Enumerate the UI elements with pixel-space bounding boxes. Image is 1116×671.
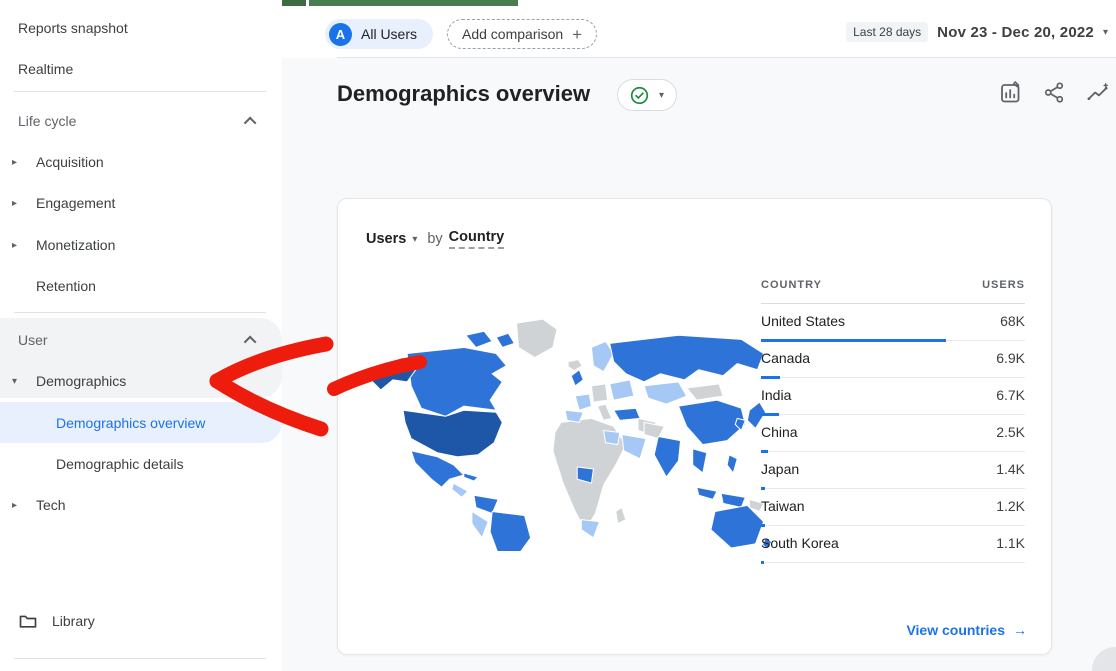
chevron-up-icon[interactable] <box>244 116 257 129</box>
ga4-demographics-overview-screen: Reports snapshot Realtime Life cycle ▸ A… <box>0 0 1116 671</box>
country-name: Canada <box>761 350 810 366</box>
sidebar-item-reports-snapshot[interactable]: Reports snapshot <box>0 8 282 48</box>
users-value: 1.1K <box>996 535 1025 551</box>
table-row: Canada 6.9K <box>761 341 1025 378</box>
column-header-country: COUNTRY <box>761 279 822 291</box>
page-title: Demographics overview <box>337 81 590 107</box>
plus-icon: + <box>572 26 582 43</box>
users-value: 6.7K <box>996 387 1025 403</box>
country-name: South Korea <box>761 535 839 551</box>
view-countries-link[interactable]: View countries → <box>906 622 1027 638</box>
by-label: by <box>427 231 442 247</box>
sidebar-divider <box>14 658 266 659</box>
users-value: 1.4K <box>996 461 1025 477</box>
country-name: India <box>761 387 791 403</box>
users-value: 68K <box>1000 313 1025 329</box>
expand-triangle-icon[interactable]: ▸ <box>10 198 36 209</box>
add-comparison-label: Add comparison <box>462 26 563 42</box>
sidebar-item-library[interactable]: Library <box>0 601 282 641</box>
table-row: Japan 1.4K <box>761 452 1025 489</box>
insights-icon[interactable] <box>1086 80 1111 105</box>
sidebar-item-demographics-overview[interactable]: Demographics overview <box>0 402 282 443</box>
table-header-row: COUNTRY USERS <box>761 279 1025 304</box>
view-countries-label: View countries <box>906 622 1005 638</box>
sidebar-item-label: Reports snapshot <box>18 20 128 36</box>
users-bar <box>761 561 764 564</box>
sidebar-divider <box>14 312 266 313</box>
table-row: South Korea 1.1K <box>761 526 1025 563</box>
folder-icon <box>18 611 38 631</box>
chevron-down-icon: ▾ <box>412 234 417 245</box>
sidebar-section-user[interactable]: User <box>0 320 282 360</box>
metric-dropdown[interactable]: Users <box>366 231 406 247</box>
users-by-country-card: Users ▾ by Country <box>337 198 1052 655</box>
sidebar-item-label: Demographics <box>36 373 126 389</box>
sidebar-item-tech[interactable]: ▸ Tech <box>0 485 282 525</box>
date-range-text: Nov 23 - Dec 20, 2022 <box>937 24 1094 41</box>
country-table: COUNTRY USERS United States 68K Canada 6.9… <box>761 279 1025 563</box>
sidebar-item-label: Demographic details <box>56 456 184 472</box>
table-row: India 6.7K <box>761 378 1025 415</box>
report-status-dropdown[interactable]: ▾ <box>617 79 677 111</box>
reports-sidebar: Reports snapshot Realtime Life cycle ▸ A… <box>0 0 282 671</box>
country-name: China <box>761 424 798 440</box>
column-header-users: USERS <box>982 279 1025 291</box>
check-circle-icon <box>630 86 649 105</box>
collapse-triangle-icon[interactable]: ▾ <box>10 376 36 387</box>
section-label: Life cycle <box>18 113 76 129</box>
dimension-link[interactable]: Country <box>449 229 505 249</box>
sidebar-item-label: Monetization <box>36 237 115 253</box>
top-progress-bar-segment <box>309 0 518 6</box>
expand-triangle-icon[interactable]: ▸ <box>10 240 36 251</box>
sidebar-item-label: Realtime <box>18 61 73 77</box>
card-header: Users ▾ by Country <box>366 229 504 249</box>
sidebar-item-monetization[interactable]: ▸ Monetization <box>0 225 282 265</box>
header-divider <box>337 57 1116 58</box>
sidebar-item-label: Tech <box>36 497 66 513</box>
table-row: Taiwan 1.2K <box>761 489 1025 526</box>
share-icon[interactable] <box>1042 80 1067 105</box>
add-comparison-button[interactable]: Add comparison + <box>447 19 597 49</box>
chevron-down-icon: ▾ <box>1103 27 1108 38</box>
sidebar-divider <box>14 91 266 92</box>
users-value: 6.9K <box>996 350 1025 366</box>
comparison-avatar: A <box>329 23 352 46</box>
sidebar-item-engagement[interactable]: ▸ Engagement <box>0 183 282 223</box>
table-row: United States 68K <box>761 304 1025 341</box>
world-map-choropleth <box>344 313 774 551</box>
sidebar-item-demographics[interactable]: ▾ Demographics <box>0 361 282 401</box>
sidebar-item-acquisition[interactable]: ▸ Acquisition <box>0 142 282 182</box>
sidebar-item-label: Acquisition <box>36 154 104 170</box>
country-name: Japan <box>761 461 799 477</box>
arrow-right-icon: → <box>1013 622 1027 638</box>
users-value: 2.5K <box>996 424 1025 440</box>
all-users-label: All Users <box>361 26 417 42</box>
sidebar-item-label: Retention <box>36 278 96 294</box>
sidebar-item-retention[interactable]: Retention <box>0 266 282 306</box>
chevron-up-icon[interactable] <box>244 335 257 348</box>
sidebar-item-label: Engagement <box>36 195 115 211</box>
table-row: China 2.5K <box>761 415 1025 452</box>
sidebar-item-label: Demographics overview <box>56 415 205 431</box>
date-preset-badge: Last 28 days <box>846 22 928 42</box>
sidebar-item-demographic-details[interactable]: Demographic details <box>0 444 282 484</box>
report-actions <box>998 80 1111 105</box>
sidebar-item-realtime[interactable]: Realtime <box>0 49 282 89</box>
chevron-down-icon: ▾ <box>659 90 664 101</box>
section-label: User <box>18 332 48 348</box>
users-value: 1.2K <box>996 498 1025 514</box>
country-name: Taiwan <box>761 498 805 514</box>
country-name: United States <box>761 313 845 329</box>
all-users-chip[interactable]: A All Users <box>325 19 433 49</box>
sidebar-section-life-cycle[interactable]: Life cycle <box>0 101 282 141</box>
date-range-selector[interactable]: Last 28 days Nov 23 - Dec 20, 2022 ▾ <box>846 22 1108 42</box>
expand-triangle-icon[interactable]: ▸ <box>10 157 36 168</box>
customize-report-icon[interactable] <box>998 80 1023 105</box>
expand-triangle-icon[interactable]: ▸ <box>10 500 36 511</box>
sidebar-item-label: Library <box>52 613 95 629</box>
